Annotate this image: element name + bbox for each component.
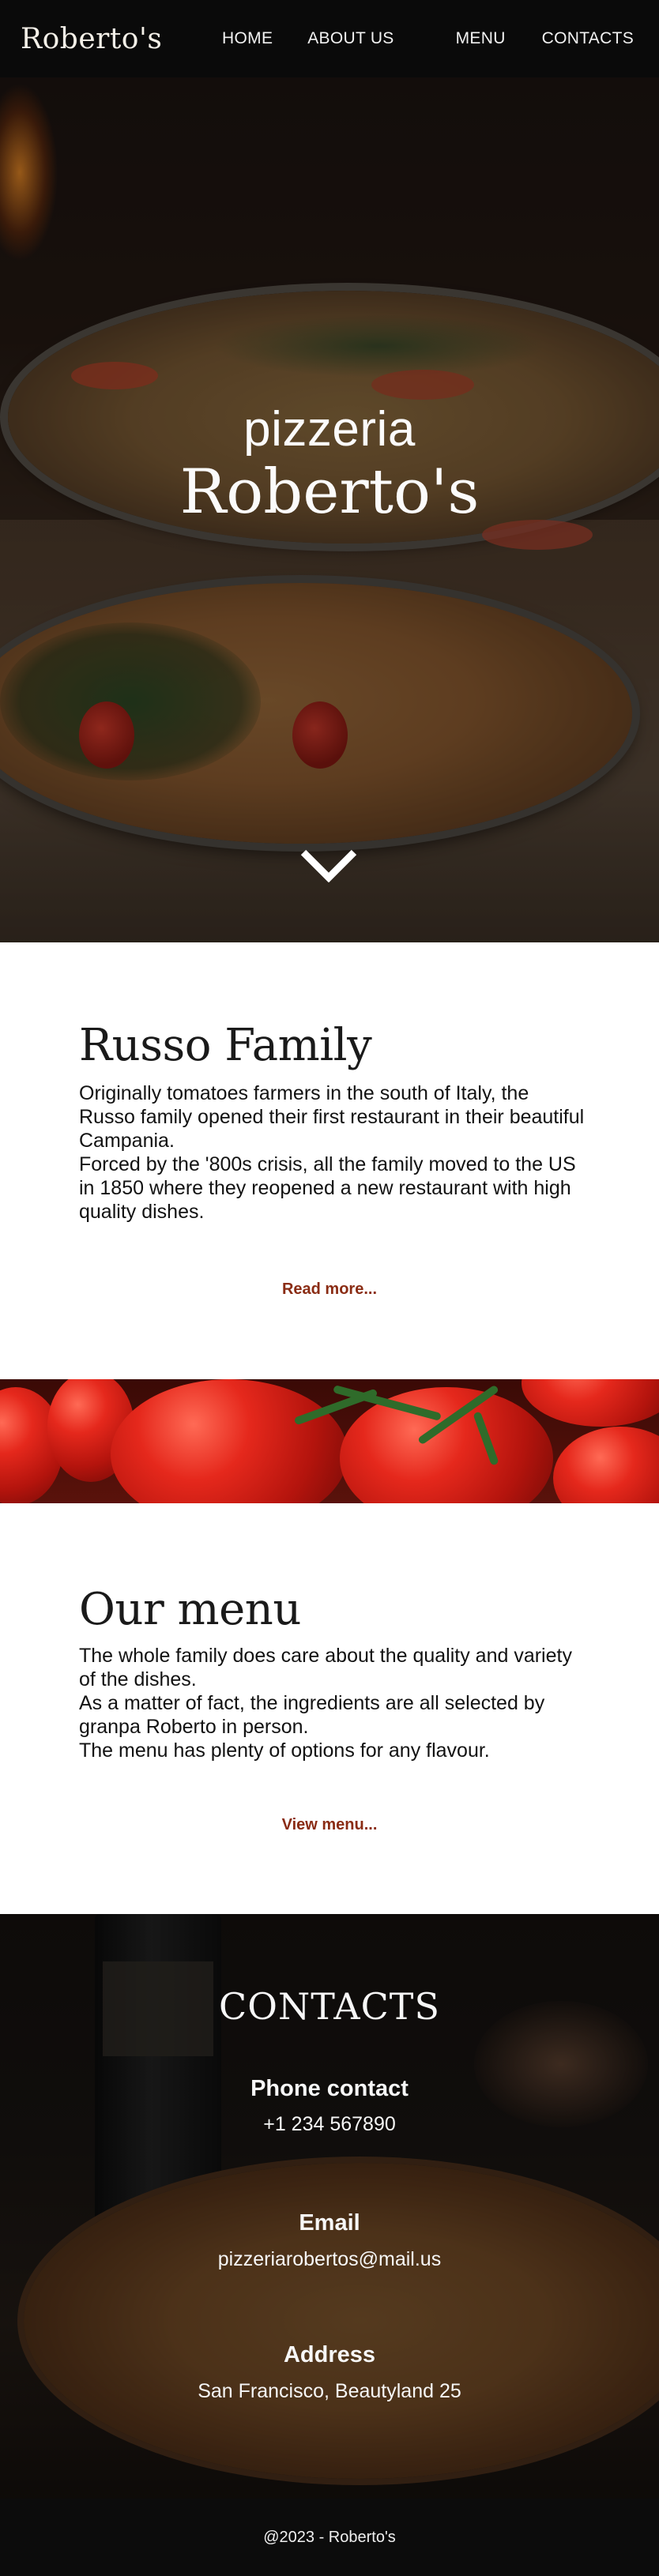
menu-text: The whole family does care about the qua… bbox=[79, 1644, 585, 1762]
about-text: Originally tomatoes farmers in the south… bbox=[79, 1081, 585, 1224]
about-section: Russo Family Originally tomatoes farmers… bbox=[0, 942, 659, 1379]
hero-section: pizzeria Roberto's bbox=[0, 77, 659, 942]
read-more-link[interactable]: Read more... bbox=[0, 1280, 659, 1299]
menu-title: Our menu bbox=[79, 1584, 301, 1635]
email-label: Email bbox=[299, 2210, 360, 2236]
about-title: Russo Family bbox=[79, 1020, 372, 1071]
address-label: Address bbox=[283, 2342, 376, 2367]
nav-about-us[interactable]: ABOUT US bbox=[307, 29, 394, 48]
menu-section: Our menu The whole family does care abou… bbox=[0, 1503, 659, 1914]
site-footer: @2023 - Roberto's bbox=[0, 2499, 659, 2576]
phone-value[interactable]: +1 234 567890 bbox=[0, 2113, 659, 2136]
nav-contacts[interactable]: CONTACTS bbox=[542, 29, 634, 48]
menu-paragraph: The menu has plenty of options for any f… bbox=[79, 1739, 490, 1762]
contacts-section: CONTACTS Phone contact +1 234 567890 Ema… bbox=[0, 1914, 659, 2499]
tomato-shape bbox=[553, 1427, 659, 1503]
nav-menu[interactable]: MENU bbox=[456, 29, 506, 48]
email-value[interactable]: pizzeriarobertos@mail.us bbox=[0, 2248, 659, 2271]
tomatoes-banner-image bbox=[0, 1379, 659, 1503]
view-menu-link[interactable]: View menu... bbox=[0, 1816, 659, 1834]
main-nav: HOME ABOUT US MENU CONTACTS bbox=[222, 29, 634, 48]
chevron-down-icon[interactable] bbox=[300, 848, 357, 883]
tomato-shape bbox=[340, 1387, 553, 1503]
tomato-shape bbox=[111, 1379, 348, 1503]
footer-copyright: @2023 - Roberto's bbox=[263, 2528, 396, 2546]
about-paragraph: Originally tomatoes farmers in the south… bbox=[79, 1082, 585, 1152]
nav-home[interactable]: HOME bbox=[222, 29, 273, 48]
menu-paragraph: The whole family does care about the qua… bbox=[79, 1645, 572, 1690]
phone-label: Phone contact bbox=[250, 2076, 409, 2101]
site-header: Roberto's HOME ABOUT US MENU CONTACTS bbox=[0, 0, 659, 77]
tomato-shape bbox=[522, 1379, 659, 1427]
about-paragraph: Forced by the '800s crisis, all the fami… bbox=[79, 1153, 576, 1223]
contacts-title: CONTACTS bbox=[219, 1985, 440, 2028]
hero-subtitle: pizzeria bbox=[243, 402, 416, 457]
address-value: San Francisco, Beautyland 25 bbox=[198, 2380, 461, 2402]
hero-title: Roberto's bbox=[179, 457, 480, 528]
logo[interactable]: Roberto's bbox=[21, 23, 162, 55]
menu-paragraph: As a matter of fact, the ingredients are… bbox=[79, 1692, 545, 1738]
